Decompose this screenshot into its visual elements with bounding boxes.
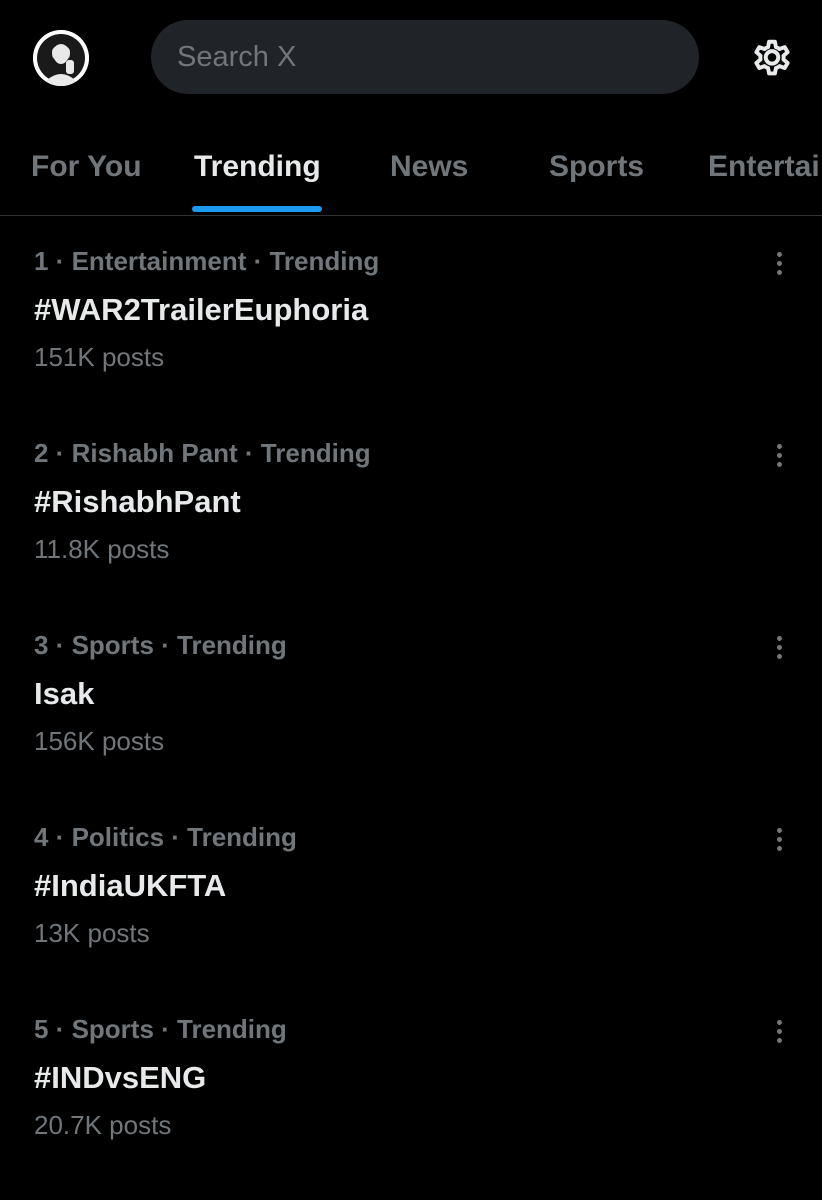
tab-news[interactable]: News xyxy=(390,150,468,184)
trend-post-count: 151K posts xyxy=(34,342,165,372)
search-placeholder: Search X xyxy=(177,40,297,73)
trend-item[interactable]: 1 · Entertainment · Trending #WAR2Traile… xyxy=(0,216,822,408)
tab-entertainment[interactable]: Entertai xyxy=(708,150,820,184)
more-options-icon[interactable] xyxy=(770,1018,790,1046)
trend-item[interactable]: 5 · Sports · Trending #INDvsENG 20.7K po… xyxy=(0,984,822,1176)
more-options-icon[interactable] xyxy=(770,442,790,470)
trend-name: #WAR2TrailerEuphoria xyxy=(34,292,369,327)
trend-post-count: 20.7K posts xyxy=(34,1110,172,1140)
trend-post-count: 156K posts xyxy=(34,726,165,756)
tab-sports[interactable]: Sports xyxy=(549,150,644,184)
trend-name: Isak xyxy=(34,676,95,711)
trend-post-count: 13K posts xyxy=(34,918,150,948)
search-input[interactable]: Search X xyxy=(151,20,699,94)
active-tab-indicator xyxy=(192,206,322,212)
trend-meta: 5 · Sports · Trending xyxy=(34,1014,287,1044)
trend-meta: 1 · Entertainment · Trending xyxy=(34,246,380,276)
trend-meta: 4 · Politics · Trending xyxy=(34,822,297,852)
trend-name: #IndiaUKFTA xyxy=(34,868,227,903)
more-options-icon[interactable] xyxy=(770,250,790,278)
trend-item[interactable]: 3 · Sports · Trending Isak 156K posts xyxy=(0,600,822,792)
explore-tabs: For You Trending News Sports Entertai xyxy=(0,118,822,216)
avatar[interactable] xyxy=(33,30,89,86)
trend-item[interactable]: 4 · Politics · Trending #IndiaUKFTA 13K … xyxy=(0,792,822,984)
profile-avatar-icon xyxy=(33,30,89,86)
trend-meta: 2 · Rishabh Pant · Trending xyxy=(34,438,371,468)
top-bar: Search X xyxy=(0,0,822,118)
trend-post-count: 11.8K posts xyxy=(34,534,170,564)
trend-meta: 3 · Sports · Trending xyxy=(34,630,287,660)
gear-icon[interactable] xyxy=(747,33,797,83)
trend-item[interactable]: 2 · Rishabh Pant · Trending #RishabhPant… xyxy=(0,408,822,600)
tab-trending[interactable]: Trending xyxy=(194,150,321,184)
trend-name: #INDvsENG xyxy=(34,1060,207,1095)
more-options-icon[interactable] xyxy=(770,826,790,854)
trend-name: #RishabhPant xyxy=(34,484,241,519)
trends-list: 1 · Entertainment · Trending #WAR2Traile… xyxy=(0,216,822,1176)
more-options-icon[interactable] xyxy=(770,634,790,662)
tab-for-you[interactable]: For You xyxy=(31,150,142,184)
